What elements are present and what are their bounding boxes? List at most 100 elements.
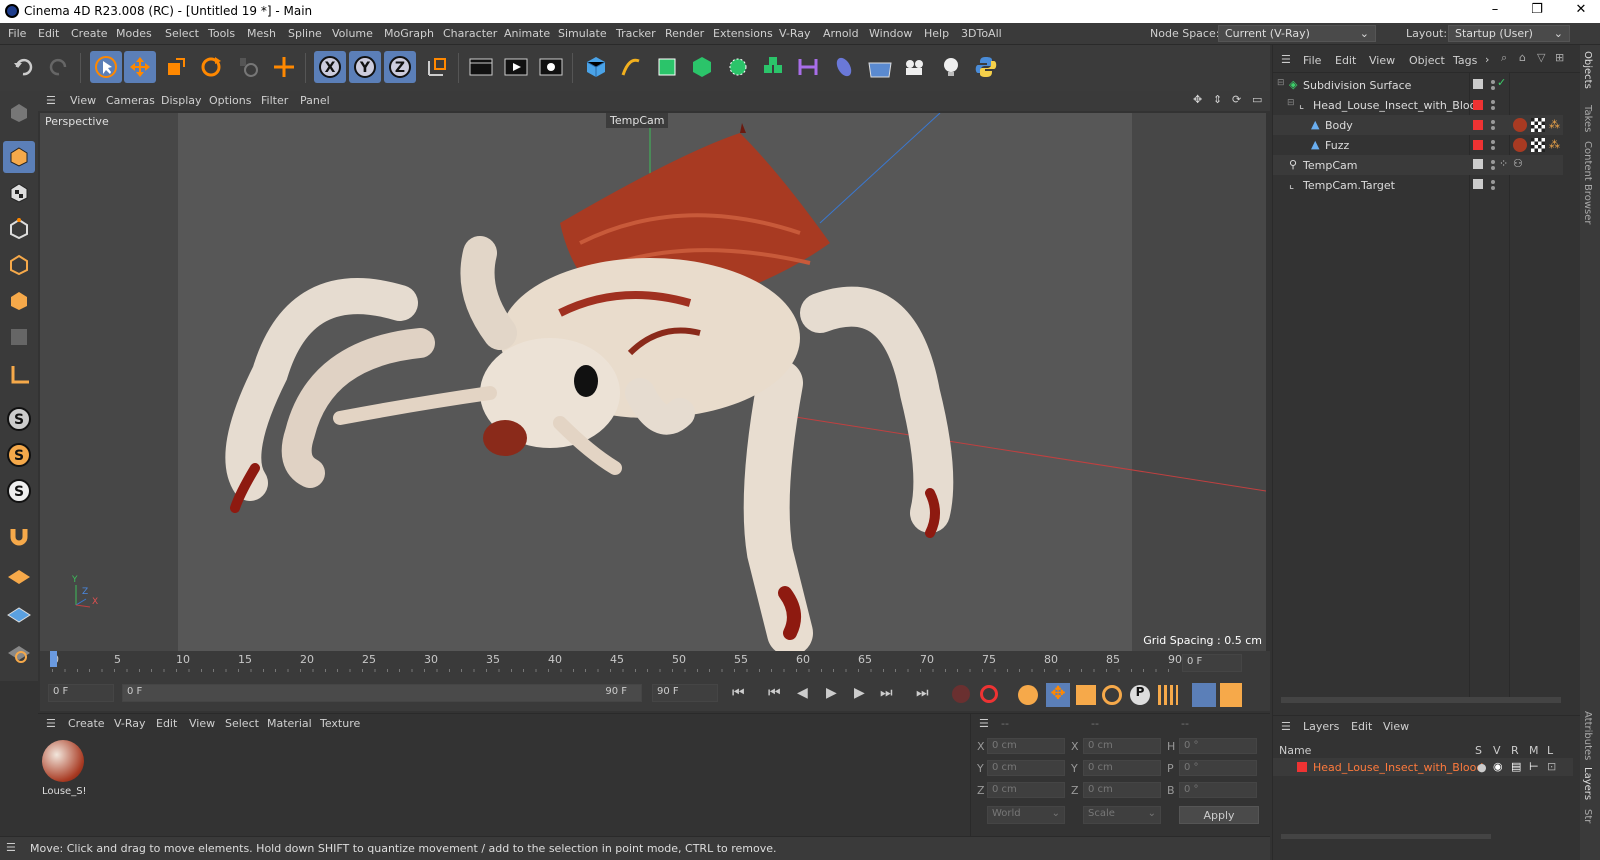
pen-spline-icon[interactable] [615,51,647,83]
record-disabled-icon[interactable] [952,685,970,703]
hamburger-icon[interactable]: ☰ [6,841,16,854]
menu-file[interactable]: File [8,27,26,40]
minimize-button[interactable]: – [1480,2,1510,20]
coord-mode-dropdown[interactable]: World ⌄ [987,806,1065,824]
edge-mode-icon[interactable] [3,249,35,281]
target-tag-icon[interactable]: ⁘ [1499,157,1508,170]
render-picture-viewer-icon[interactable] [500,51,532,83]
snap-s-icon[interactable]: S [3,403,35,435]
key-param-icon[interactable]: P [1130,685,1150,705]
size-x-field[interactable]: 0 cm [1083,738,1161,754]
material-tag-icon[interactable] [1513,138,1527,152]
texture-tag-icon[interactable] [1531,118,1545,132]
obj-menu-edit[interactable]: Edit [1335,54,1356,67]
select-tool-icon[interactable] [90,51,122,83]
z-axis-lock-icon[interactable]: Z [384,51,416,83]
collapse-icon[interactable]: ⊟ [1277,78,1285,88]
go-to-start-icon[interactable]: ⏮ [732,685,745,701]
redo-icon[interactable] [42,51,74,83]
menu-help[interactable]: Help [924,27,949,40]
autokey-icon[interactable] [980,685,998,703]
menu-mograph[interactable]: MoGraph [384,27,434,40]
menu-vray[interactable]: V-Ray [779,27,811,40]
timeline-ruler[interactable]: 0 5 10 15 20 25 30 35 40 45 50 55 60 65 … [40,651,1270,681]
position-x-field[interactable]: 0 cm [987,738,1065,754]
cloner-icon[interactable] [722,51,754,83]
tab-objects[interactable]: Objects [1582,51,1593,89]
key-pla-icon[interactable] [1158,685,1178,705]
move-tool-icon[interactable] [124,51,156,83]
hamburger-icon[interactable]: ☰ [1281,53,1291,66]
size-mode-dropdown[interactable]: Scale ⌄ [1083,806,1161,824]
viewport-menu-panel[interactable]: Panel [300,94,330,107]
obj-menu-tags[interactable]: Tags [1453,54,1477,67]
more-menu-icon[interactable]: › [1485,53,1489,66]
menu-extensions[interactable]: Extensions [713,27,773,40]
position-y-field[interactable]: 0 cm [987,760,1065,776]
object-row[interactable]: ⚲ TempCam ⁘ ⚇ [1273,155,1563,175]
obj-menu-object[interactable]: Object [1409,54,1445,67]
tab-layers[interactable]: Layers [1582,767,1593,800]
layers-menu-view[interactable]: View [1383,720,1409,733]
solo-s-icon[interactable]: S [3,439,35,471]
go-to-end-icon[interactable]: ⏭ [916,685,929,701]
menu-mesh[interactable]: Mesh [247,27,276,40]
mat-menu-create[interactable]: Create [68,717,105,730]
layers-menu-edit[interactable]: Edit [1351,720,1372,733]
node-space-dropdown[interactable]: Current (V-Ray) ⌄ [1218,25,1376,42]
object-row[interactable]: ⌞ TempCam.Target [1273,175,1563,195]
key-position-icon[interactable]: ✥ [1046,683,1070,707]
layers-menu-layers[interactable]: Layers [1303,720,1339,733]
solo-dot-icon[interactable]: ● [1477,761,1487,774]
red-tag-icon[interactable] [1473,100,1483,110]
field-icon[interactable] [828,51,860,83]
menu-animate[interactable]: Animate [504,27,550,40]
layer-swatch-icon[interactable] [1473,159,1483,169]
maximize-button[interactable]: ❐ [1522,2,1552,20]
search-icon[interactable]: ⌕ [1501,51,1507,65]
object-row[interactable]: ⊟ ◈ Subdivision Surface ✓ [1273,75,1563,95]
position-z-field[interactable]: 0 cm [987,782,1065,798]
material-thumbnail[interactable] [42,740,84,782]
next-frame-icon[interactable]: ▶ [854,685,865,701]
live-selection-icon[interactable] [268,51,300,83]
layer-name[interactable]: Head_Louse_Insect_with_Blood [1313,761,1483,774]
size-y-field[interactable]: 0 cm [1083,760,1161,776]
playhead[interactable] [50,651,57,667]
quantize-icon[interactable] [3,637,35,669]
viewport-menu-display[interactable]: Display [161,94,202,107]
rotation-p-field[interactable]: 0 ° [1179,760,1257,776]
protection-tag-icon[interactable]: ⚇ [1513,157,1523,170]
mat-menu-select[interactable]: Select [225,717,259,730]
magnet-icon[interactable] [3,519,35,551]
key-scale-icon[interactable] [1076,685,1096,705]
manager-icon[interactable]: ⊢ [1529,760,1539,773]
mat-menu-edit[interactable]: Edit [156,717,177,730]
axis-mode-icon[interactable] [3,359,35,391]
uv-mode-icon[interactable] [3,321,35,353]
tab-takes[interactable]: Takes [1582,105,1593,132]
subdivision-surface-icon[interactable] [651,51,683,83]
vray-tag-icon[interactable]: ⁂ [1549,138,1560,151]
rotation-b-field[interactable]: 0 ° [1179,782,1257,798]
rotate-view-icon[interactable]: ⟳ [1232,93,1241,106]
apply-button[interactable]: Apply [1179,806,1259,824]
material-name[interactable]: Louse_S! [42,786,87,797]
floor-icon[interactable] [864,51,896,83]
home-icon[interactable]: ⌂ [1519,51,1526,64]
layout-dropdown[interactable]: Startup (User) ⌄ [1448,25,1570,42]
viewport-menu-options[interactable]: Options [209,94,251,107]
grid-lock-icon[interactable] [3,599,35,631]
timeline-window-icon[interactable] [1220,683,1242,707]
model-mode-icon[interactable] [3,141,35,173]
menu-create[interactable]: Create [71,27,108,40]
recent-tool-icon[interactable] [232,51,264,83]
rotation-h-field[interactable]: 0 ° [1179,738,1257,754]
menu-simulate[interactable]: Simulate [558,27,607,40]
keyframe-selection-icon[interactable] [1018,685,1038,705]
point-mode-icon[interactable] [3,213,35,245]
coordinate-system-icon[interactable] [421,51,453,83]
y-axis-lock-icon[interactable]: Y [349,51,381,83]
key-rotation-icon[interactable] [1102,685,1122,705]
play-icon[interactable]: ▶ [826,685,837,701]
